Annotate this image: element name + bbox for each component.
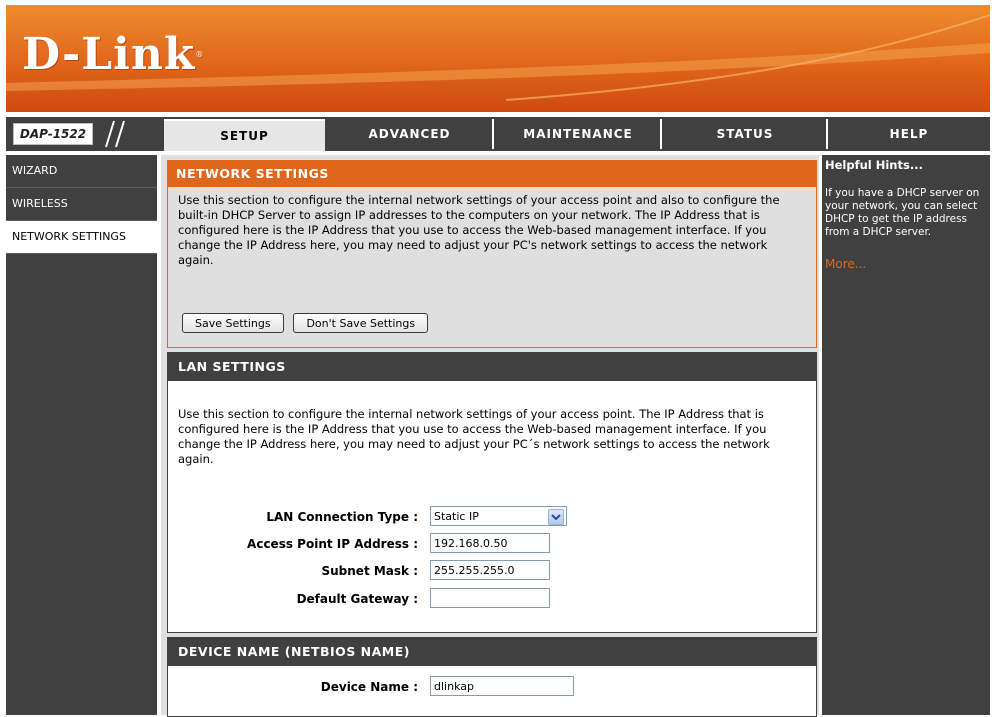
ip-address-row: Access Point IP Address : 192.168.0.50 bbox=[168, 533, 808, 555]
device-name-panel: DEVICE NAME (NETBIOS NAME) Device Name :… bbox=[167, 637, 817, 717]
sidebar-item-wireless[interactable]: WIRELESS bbox=[6, 188, 157, 221]
device-name-row: Device Name : dlinkap bbox=[168, 676, 808, 698]
tab-advanced[interactable]: ADVANCED bbox=[327, 119, 492, 149]
dont-save-settings-button[interactable]: Don't Save Settings bbox=[293, 313, 429, 333]
lan-connection-type-value: Static IP bbox=[434, 510, 479, 523]
tab-help[interactable]: HELP bbox=[826, 119, 990, 149]
ip-address-label: Access Point IP Address : bbox=[247, 537, 418, 551]
lan-settings-panel: LAN SETTINGS Use this section to configu… bbox=[167, 352, 817, 633]
sidebar-item-wizard[interactable]: WIZARD bbox=[6, 155, 157, 188]
save-settings-button[interactable]: Save Settings bbox=[182, 313, 284, 333]
sidebar-item-network-settings[interactable]: NETWORK SETTINGS bbox=[6, 221, 157, 254]
helpful-hints-title: Helpful Hints... bbox=[825, 158, 923, 172]
top-nav: DAP-1522 SETUP ADVANCED MAINTENANCE STAT… bbox=[6, 117, 990, 151]
main-content: NETWORK SETTINGS Use this section to con… bbox=[161, 155, 819, 717]
tab-maintenance[interactable]: MAINTENANCE bbox=[492, 119, 662, 149]
tab-status[interactable]: STATUS bbox=[660, 119, 828, 149]
lan-connection-type-row: LAN Connection Type : Static IP bbox=[168, 506, 808, 528]
default-gateway-label: Default Gateway : bbox=[296, 592, 418, 606]
subnet-mask-input[interactable]: 255.255.255.0 bbox=[430, 560, 550, 580]
tab-setup[interactable]: SETUP bbox=[164, 119, 325, 151]
header-banner: D-Link® bbox=[6, 5, 990, 112]
network-settings-description: Use this section to configure the intern… bbox=[178, 193, 780, 267]
helpful-hints-text: If you have a DHCP server on your networ… bbox=[825, 187, 980, 238]
network-settings-panel: NETWORK SETTINGS Use this section to con… bbox=[167, 160, 817, 348]
lan-connection-type-label: LAN Connection Type : bbox=[266, 510, 418, 524]
button-row: Save Settings Don't Save Settings bbox=[182, 313, 434, 333]
lan-settings-description: Use this section to configure the intern… bbox=[178, 407, 770, 466]
network-settings-title: NETWORK SETTINGS bbox=[168, 161, 816, 187]
subnet-mask-label: Subnet Mask : bbox=[321, 564, 418, 578]
model-badge-area: DAP-1522 bbox=[6, 117, 161, 151]
default-gateway-row: Default Gateway : bbox=[168, 588, 808, 610]
lan-connection-type-select[interactable]: Static IP bbox=[430, 506, 567, 526]
slash-decoration-icon bbox=[105, 120, 125, 148]
subnet-mask-row: Subnet Mask : 255.255.255.0 bbox=[168, 560, 808, 582]
ip-address-input[interactable]: 192.168.0.50 bbox=[430, 533, 550, 553]
more-link[interactable]: More... bbox=[822, 239, 990, 271]
default-gateway-input[interactable] bbox=[430, 588, 550, 608]
chevron-down-icon[interactable] bbox=[548, 509, 564, 525]
model-badge: DAP-1522 bbox=[13, 123, 93, 145]
sidebar: WIZARD WIRELESS NETWORK SETTINGS bbox=[6, 155, 157, 715]
help-panel: Helpful Hints... If you have a DHCP serv… bbox=[822, 155, 990, 715]
device-name-label: Device Name : bbox=[320, 680, 418, 694]
lan-settings-title: LAN SETTINGS bbox=[168, 353, 816, 381]
device-name-title: DEVICE NAME (NETBIOS NAME) bbox=[168, 638, 816, 666]
dlink-logo: D-Link® bbox=[22, 29, 205, 80]
device-name-input[interactable]: dlinkap bbox=[430, 676, 574, 696]
